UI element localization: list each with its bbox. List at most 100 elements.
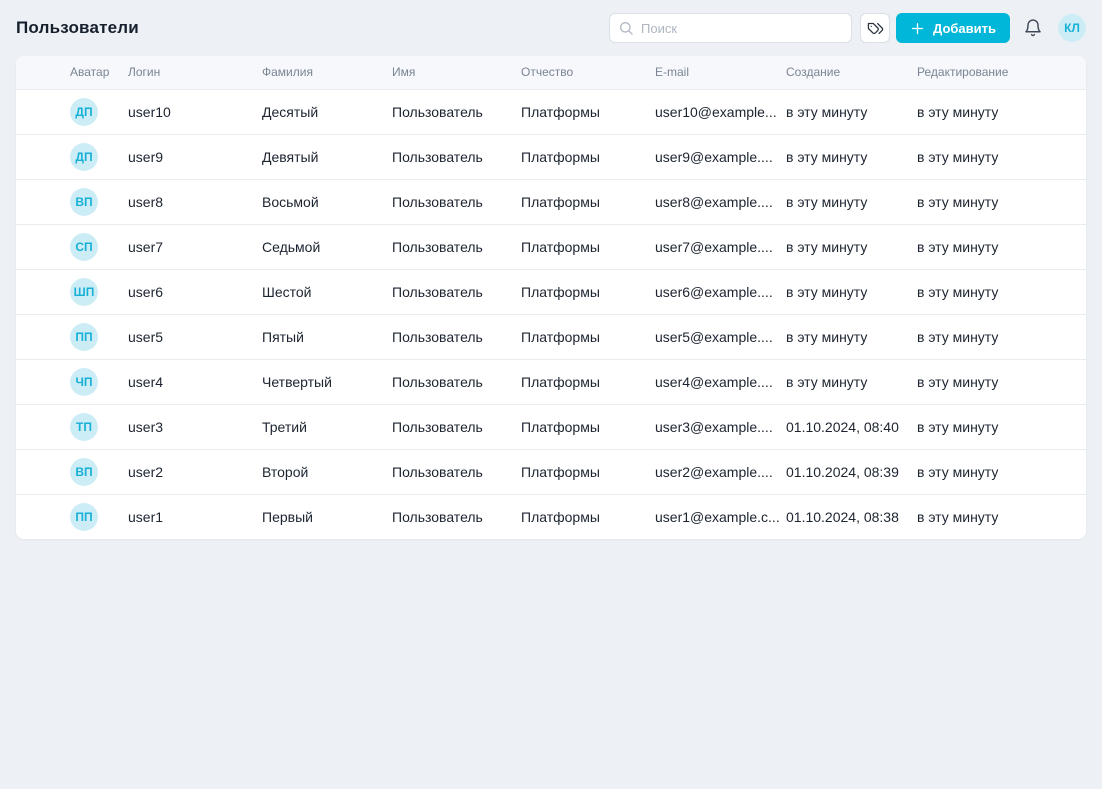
cell-edited: в эту минуту <box>917 359 1086 404</box>
notifications-button[interactable] <box>1023 18 1043 38</box>
cell-avatar: ТП <box>16 404 128 449</box>
cell-login: user5 <box>128 314 262 359</box>
table-row[interactable]: ПП user5ПятыйПользовательПлатформыuser5@e… <box>16 314 1086 359</box>
cell-first_name: Пользователь <box>392 404 521 449</box>
cell-edited: в эту минуту <box>917 314 1086 359</box>
cell-login: user10 <box>128 89 262 134</box>
table-row[interactable]: ШПuser6ШестойПользовательПлатформыuser6@… <box>16 269 1086 314</box>
cell-login: user7 <box>128 224 262 269</box>
cell-first_name: Пользователь <box>392 359 521 404</box>
cell-first_name: Пользователь <box>392 314 521 359</box>
cell-avatar: СП <box>16 224 128 269</box>
table-row[interactable]: ЧПuser4ЧетвертыйПользовательПлатформыuse… <box>16 359 1086 404</box>
cell-last_name: Третий <box>262 404 392 449</box>
column-header: Редактирование <box>917 56 1086 89</box>
column-header: Отчество <box>521 56 655 89</box>
cell-avatar: ЧП <box>16 359 128 404</box>
row-avatar: ДП <box>70 98 98 126</box>
table-row[interactable]: ДПuser9ДевятыйПользовательПлатформыuser9… <box>16 134 1086 179</box>
cell-last_name: Седьмой <box>262 224 392 269</box>
row-avatar: ВП <box>70 458 98 486</box>
table-row[interactable]: ВП user8ВосьмойПользовательПлатформыuser8… <box>16 179 1086 224</box>
cell-first_name: Пользователь <box>392 494 521 539</box>
table-body: ДПuser10ДесятыйПользовательПлатформыuser… <box>16 89 1086 539</box>
cell-created: в эту минуту <box>786 359 917 404</box>
cell-first_name: Пользователь <box>392 224 521 269</box>
users-table: АватарЛогинФамилияИмяОтчествоE-mailСозда… <box>16 56 1086 539</box>
plus-icon <box>910 21 925 36</box>
users-table-card: АватарЛогинФамилияИмяОтчествоE-mailСозда… <box>16 56 1086 539</box>
cell-login: user3 <box>128 404 262 449</box>
cell-email: user3@example.... <box>655 404 786 449</box>
cell-last_name: Четвертый <box>262 359 392 404</box>
cell-edited: в эту минуту <box>917 449 1086 494</box>
cell-email: user1@example.c... <box>655 494 786 539</box>
row-avatar: СП <box>70 233 98 261</box>
cell-middle_name: Платформы <box>521 404 655 449</box>
cell-created: 01.10.2024, 08:39 <box>786 449 917 494</box>
search-box <box>609 13 852 43</box>
cell-middle_name: Платформы <box>521 179 655 224</box>
row-avatar: ДП <box>70 143 98 171</box>
cell-edited: в эту минуту <box>917 494 1086 539</box>
table-row[interactable]: ВПuser2ВторойПользовательПлатформыuser2@… <box>16 449 1086 494</box>
cell-last_name: Шестой <box>262 269 392 314</box>
cell-middle_name: Платформы <box>521 494 655 539</box>
cell-edited: в эту минуту <box>917 89 1086 134</box>
tags-button[interactable] <box>860 13 890 43</box>
add-user-button[interactable]: Добавить <box>896 13 1010 43</box>
cell-edited: в эту минуту <box>917 134 1086 179</box>
table-row[interactable]: СП user7СедьмойПользовательПлатформыuser7… <box>16 224 1086 269</box>
cell-created: 01.10.2024, 08:40 <box>786 404 917 449</box>
column-header: Имя <box>392 56 521 89</box>
search-icon <box>618 20 634 36</box>
row-avatar: ПП <box>70 323 98 351</box>
cell-created: в эту минуту <box>786 89 917 134</box>
user-avatar[interactable]: КЛ <box>1058 14 1086 42</box>
cell-avatar: ДП <box>16 134 128 179</box>
cell-email: user9@example.... <box>655 134 786 179</box>
cell-last_name: Девятый <box>262 134 392 179</box>
cell-avatar: ПП <box>16 494 128 539</box>
row-avatar: ЧП <box>70 368 98 396</box>
table-row[interactable]: ДПuser10ДесятыйПользовательПлатформыuser… <box>16 89 1086 134</box>
bell-icon <box>1023 18 1043 38</box>
column-header: Логин <box>128 56 262 89</box>
cell-email: user2@example.... <box>655 449 786 494</box>
cell-last_name: Восьмой <box>262 179 392 224</box>
cell-last_name: Второй <box>262 449 392 494</box>
column-header: Создание <box>786 56 917 89</box>
cell-created: в эту минуту <box>786 314 917 359</box>
cell-middle_name: Платформы <box>521 314 655 359</box>
cell-login: user9 <box>128 134 262 179</box>
topbar: Пользователи Добавить КЛ <box>0 0 1102 56</box>
tags-icon <box>867 20 884 37</box>
cell-last_name: Первый <box>262 494 392 539</box>
column-header: Аватар <box>16 56 128 89</box>
cell-first_name: Пользователь <box>392 179 521 224</box>
row-avatar: ШП <box>70 278 98 306</box>
cell-email: user4@example.... <box>655 359 786 404</box>
cell-email: user7@example.... <box>655 224 786 269</box>
cell-first_name: Пользователь <box>392 449 521 494</box>
cell-email: user5@example.... <box>655 314 786 359</box>
column-header: Фамилия <box>262 56 392 89</box>
cell-login: user8 <box>128 179 262 224</box>
search-input[interactable] <box>609 13 852 43</box>
cell-avatar: ШП <box>16 269 128 314</box>
cell-email: user10@example... <box>655 89 786 134</box>
cell-email: user6@example.... <box>655 269 786 314</box>
cell-avatar: ВП <box>16 179 128 224</box>
cell-avatar: ДП <box>16 89 128 134</box>
cell-middle_name: Платформы <box>521 224 655 269</box>
table-row[interactable]: ТПuser3ТретийПользовательПлатформыuser3@… <box>16 404 1086 449</box>
cell-created: в эту минуту <box>786 134 917 179</box>
row-avatar: ВП <box>70 188 98 216</box>
cell-first_name: Пользователь <box>392 134 521 179</box>
cell-email: user8@example.... <box>655 179 786 224</box>
table-row[interactable]: ППuser1ПервыйПользовательПлатформыuser1@… <box>16 494 1086 539</box>
add-user-button-label: Добавить <box>933 21 996 36</box>
cell-edited: в эту минуту <box>917 224 1086 269</box>
cell-last_name: Пятый <box>262 314 392 359</box>
cell-middle_name: Платформы <box>521 269 655 314</box>
